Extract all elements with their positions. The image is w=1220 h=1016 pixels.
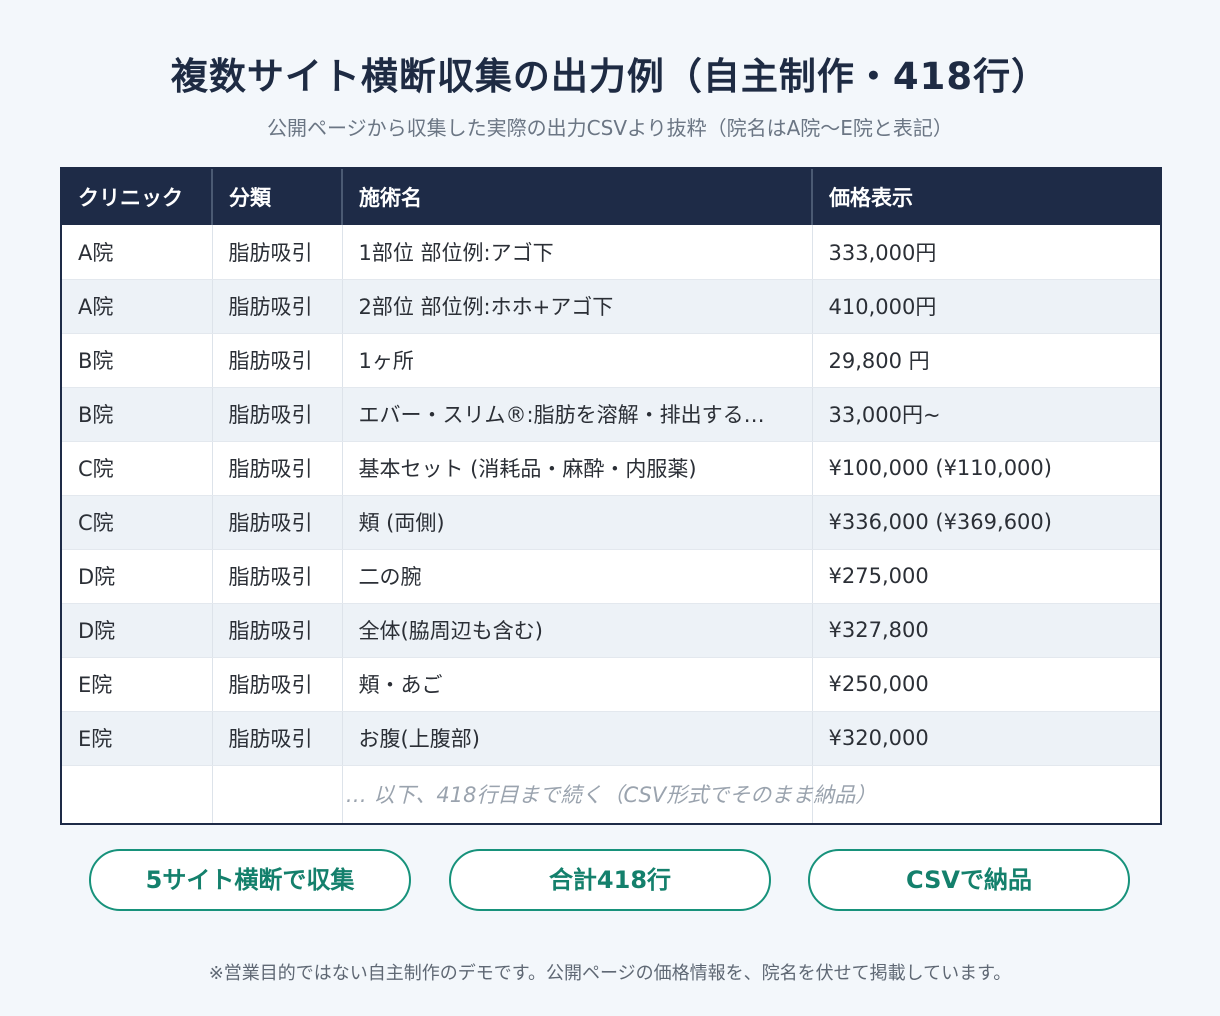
table-header-row: クリニック 分類 施術名 価格表示 — [62, 169, 1160, 225]
cell-price: ¥336,000 (¥369,600) — [812, 495, 1160, 550]
cell-category: 脂肪吸引 — [212, 441, 343, 496]
badge-row-count: 合計418行 — [449, 849, 771, 911]
cell-treatment: 基本セット (消耗品・麻酔・内服薬) — [342, 441, 813, 496]
cell-category: 脂肪吸引 — [212, 387, 343, 442]
badge-csv-delivery: CSVで納品 — [808, 849, 1130, 911]
cell-category: 脂肪吸引 — [212, 711, 343, 766]
more-cell — [342, 765, 813, 823]
column-header-clinic: クリニック — [62, 169, 213, 225]
cell-treatment: 頬 (両側) — [342, 495, 813, 550]
more-cell — [62, 765, 213, 823]
cell-clinic: A院 — [62, 225, 213, 280]
cell-clinic: B院 — [62, 333, 213, 388]
cell-clinic: E院 — [62, 657, 213, 712]
cell-category: 脂肪吸引 — [212, 225, 343, 280]
table-row: E院 脂肪吸引 お腹(上腹部) ¥320,000 — [62, 711, 1160, 766]
cell-price: ¥250,000 — [812, 657, 1160, 712]
cell-treatment: 全体(脇周辺も含む) — [342, 603, 813, 658]
badge-sites: 5サイト横断で収集 — [89, 849, 411, 911]
cell-category: 脂肪吸引 — [212, 549, 343, 604]
cell-clinic: B院 — [62, 387, 213, 442]
cell-price: ¥320,000 — [812, 711, 1160, 766]
cell-category: 脂肪吸引 — [212, 279, 343, 334]
cell-clinic: D院 — [62, 603, 213, 658]
cell-price: 33,000円~ — [812, 387, 1160, 442]
table-row: E院 脂肪吸引 頬・あご ¥250,000 — [62, 657, 1160, 712]
cell-price: 29,800 円 — [812, 333, 1160, 388]
table-more-row — [62, 765, 1160, 823]
column-header-category: 分類 — [212, 169, 343, 225]
cell-price: ¥100,000 (¥110,000) — [812, 441, 1160, 496]
cell-category: 脂肪吸引 — [212, 495, 343, 550]
table-row: D院 脂肪吸引 二の腕 ¥275,000 — [62, 549, 1160, 604]
table-row: D院 脂肪吸引 全体(脇周辺も含む) ¥327,800 — [62, 603, 1160, 658]
cell-treatment: お腹(上腹部) — [342, 711, 813, 766]
cell-treatment: 頬・あご — [342, 657, 813, 712]
cell-price: ¥327,800 — [812, 603, 1160, 658]
cell-treatment: 二の腕 — [342, 549, 813, 604]
table-row: C院 脂肪吸引 基本セット (消耗品・麻酔・内服薬) ¥100,000 (¥11… — [62, 441, 1160, 496]
cell-price: 410,000円 — [812, 279, 1160, 334]
cell-clinic: D院 — [62, 549, 213, 604]
results-table: クリニック 分類 施術名 価格表示 A院 脂肪吸引 1部位 部位例:アゴ下 33… — [60, 167, 1162, 825]
page-title: 複数サイト横断収集の出力例（自主制作・418行） — [170, 55, 1050, 98]
cell-price: ¥275,000 — [812, 549, 1160, 604]
cell-treatment: エバー・スリム®:脂肪を溶解・排出する… — [342, 387, 813, 442]
cell-category: 脂肪吸引 — [212, 657, 343, 712]
cell-price: 333,000円 — [812, 225, 1160, 280]
summary-badges: 5サイト横断で収集 合計418行 CSVで納品 — [89, 849, 1131, 911]
column-header-treatment: 施術名 — [342, 169, 813, 225]
column-header-price: 価格表示 — [812, 169, 1160, 225]
table-row: A院 脂肪吸引 2部位 部位例:ホホ+アゴ下 410,000円 — [62, 279, 1160, 334]
cell-clinic: E院 — [62, 711, 213, 766]
more-cell — [212, 765, 343, 823]
cell-clinic: A院 — [62, 279, 213, 334]
more-cell — [812, 765, 1160, 823]
table-row: B院 脂肪吸引 1ヶ所 29,800 円 — [62, 333, 1160, 388]
cell-treatment: 2部位 部位例:ホホ+アゴ下 — [342, 279, 813, 334]
cell-treatment: 1ヶ所 — [342, 333, 813, 388]
cell-treatment: 1部位 部位例:アゴ下 — [342, 225, 813, 280]
cell-category: 脂肪吸引 — [212, 333, 343, 388]
footnote: ※営業目的ではない自主制作のデモです。公開ページの価格情報を、院名を伏せて掲載し… — [208, 963, 1012, 984]
cell-clinic: C院 — [62, 495, 213, 550]
page-subtitle: 公開ページから収集した実際の出力CSVより抜粋（院名はA院〜E院と表記） — [267, 116, 953, 140]
table-row: A院 脂肪吸引 1部位 部位例:アゴ下 333,000円 — [62, 225, 1160, 280]
cell-clinic: C院 — [62, 441, 213, 496]
cell-category: 脂肪吸引 — [212, 603, 343, 658]
table-row: B院 脂肪吸引 エバー・スリム®:脂肪を溶解・排出する… 33,000円~ — [62, 387, 1160, 442]
table-row: C院 脂肪吸引 頬 (両側) ¥336,000 (¥369,600) — [62, 495, 1160, 550]
